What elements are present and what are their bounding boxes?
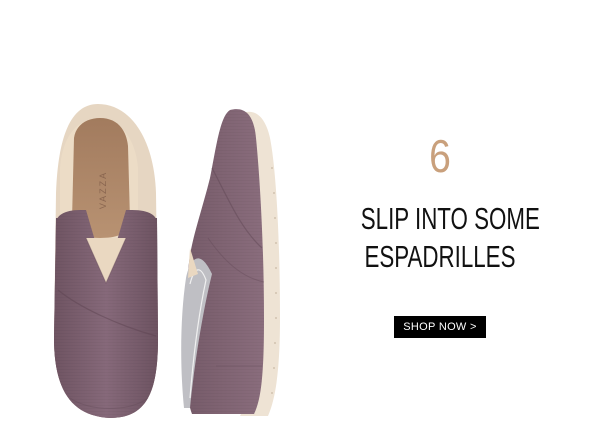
right-shoe-side-view — [181, 109, 280, 417]
insole-brand-text: VAZZA — [98, 171, 108, 209]
espadrilles-product-image[interactable]: VAZZA — [40, 98, 300, 428]
promo-number: 6 — [429, 130, 451, 182]
shop-now-button[interactable]: SHOP NOW > — [394, 316, 486, 338]
promo-headline: SLIP INTO SOME ESPADRILLES — [330, 200, 550, 276]
left-shoe-top-view: VAZZA — [54, 104, 158, 418]
promo-text-block: 6 SLIP INTO SOME ESPADRILLES SHOP NOW > — [330, 128, 550, 338]
promo-headline-line-1: SLIP INTO SOME — [360, 201, 540, 236]
promo-banner: VAZZA 6 SLIP INTO SOME ESPADRILLES SHOP … — [0, 0, 600, 448]
promo-headline-line-2: ESPADRILLES — [364, 239, 516, 274]
